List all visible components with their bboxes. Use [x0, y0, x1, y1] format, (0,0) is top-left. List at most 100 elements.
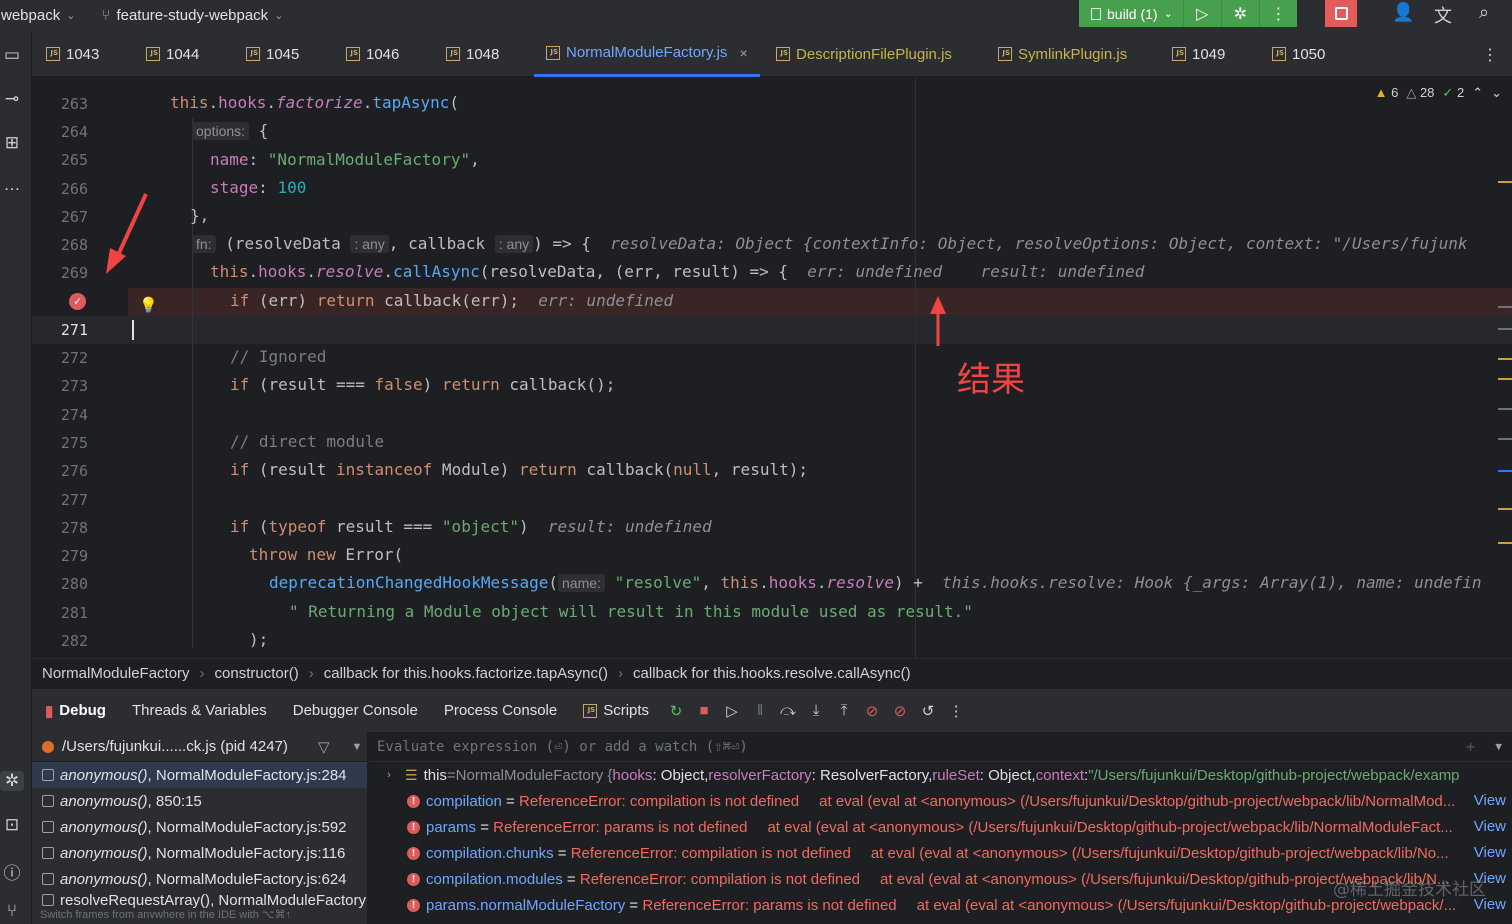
lightbulb-icon[interactable]: 💡: [139, 296, 158, 314]
breadcrumb-item[interactable]: NormalModuleFactory: [42, 665, 190, 682]
frame-location: , 850:15: [147, 792, 202, 810]
more-icon[interactable]: ⋮: [1482, 45, 1498, 65]
problems-icon[interactable]: ⓘ: [0, 859, 24, 884]
translate-icon[interactable]: 文: [1434, 2, 1452, 28]
view-link[interactable]: View: [1469, 792, 1506, 809]
pause-icon[interactable]: ‖: [746, 702, 774, 719]
error-trace: at eval (eval at <anonymous> (/Users/fuj…: [767, 818, 1453, 836]
frame-item[interactable]: anonymous(), NormalModuleFactory.js:592: [32, 814, 367, 840]
process-selector[interactable]: /Users/fujunkui......ck.js (pid 4247) ▽ …: [32, 732, 367, 762]
watch-row[interactable]: ! compilation = ReferenceError: compilat…: [369, 788, 1512, 814]
frame-item[interactable]: anonymous(), NormalModuleFactory.js:624: [32, 866, 367, 892]
reload-icon[interactable]: ↺: [914, 702, 942, 720]
tab-1044[interactable]: JS 1044: [146, 31, 199, 77]
frame-function: resolveRequestArray(): [60, 892, 211, 908]
line-number: 272: [60, 349, 88, 367]
tab-1050[interactable]: JS 1050: [1272, 31, 1325, 77]
frames-panel: /Users/fujunkui......ck.js (pid 4247) ▽ …: [32, 732, 368, 924]
view-link[interactable]: View: [1469, 844, 1506, 861]
more-run-actions-button[interactable]: ⋮: [1258, 0, 1297, 27]
breadcrumb-item[interactable]: callback for this.hooks.factorize.tapAsy…: [324, 665, 608, 682]
rerun-icon[interactable]: ↻: [662, 702, 690, 720]
chevron-down-icon[interactable]: ⌄: [1491, 85, 1502, 101]
debug-title[interactable]: ▮ Debug: [32, 689, 119, 733]
expand-arrow-icon[interactable]: ›: [379, 769, 399, 781]
filter-icon[interactable]: ▽: [318, 738, 330, 756]
branch-switcher[interactable]: ⑂ feature-study-webpack ⌄: [101, 7, 283, 24]
frame-item[interactable]: anonymous(), 850:15: [32, 788, 367, 814]
more-icon: ⋮: [1270, 5, 1287, 23]
step-into-icon[interactable]: ⤓: [802, 702, 830, 719]
error-stripe[interactable]: [1498, 178, 1512, 648]
debug-tool-icon[interactable]: ✲: [0, 771, 24, 791]
watermark: @稀土掘金技术社区: [1333, 880, 1486, 900]
more-tools-icon[interactable]: …: [0, 175, 24, 195]
tab-1048[interactable]: JS 1048: [446, 31, 499, 77]
tab-description-file-plugin[interactable]: JS DescriptionFilePlugin.js: [776, 31, 952, 77]
close-icon[interactable]: ×: [739, 45, 747, 61]
property-value: : Object,: [979, 766, 1036, 784]
tab-label: 1046: [366, 45, 400, 63]
run-config-selector[interactable]: build (1) ⌄: [1079, 0, 1183, 27]
inspection-widget[interactable]: ▲ 6 △ 28 ✓ 2 ⌃ ⌄: [1375, 85, 1502, 101]
tab-scripts[interactable]: JS Scripts: [570, 689, 662, 733]
run-button[interactable]: ▷: [1182, 0, 1221, 27]
weak-warning-icon: △: [1406, 85, 1417, 100]
tab-symlink-plugin[interactable]: JS SymlinkPlugin.js: [998, 31, 1127, 77]
search-icon[interactable]: ⌕: [1479, 2, 1489, 23]
commit-icon[interactable]: ⊸: [0, 89, 24, 109]
string-literal: "NormalModuleFactory": [267, 150, 471, 169]
breakpoint-icon[interactable]: ✓: [69, 293, 86, 310]
title-bar: webpack ⌄ ⑂ feature-study-webpack ⌄ buil…: [0, 0, 1512, 31]
chevron-down-icon[interactable]: ▼: [1495, 740, 1502, 753]
watch-name: params: [426, 818, 477, 836]
tab-process-console[interactable]: Process Console: [431, 689, 570, 733]
add-user-icon[interactable]: 👤: [1392, 2, 1414, 23]
more-icon[interactable]: ⋮: [942, 702, 970, 720]
tool-window-strip: ▭ ⊸ ⊞ … ✲ ⊡ ⓘ ⑂: [0, 31, 32, 924]
weak-warning-count: 28: [1419, 85, 1435, 100]
code-line: if (typeof result === "object") result: …: [230, 517, 712, 536]
frame-item[interactable]: anonymous(), NormalModuleFactory.js:284: [32, 762, 367, 788]
step-out-icon[interactable]: ⤒: [830, 702, 858, 719]
tab-1043[interactable]: JS 1043: [46, 31, 99, 77]
line-number: 280: [60, 575, 88, 593]
tab-1049[interactable]: JS 1049: [1172, 31, 1225, 77]
tab-1046[interactable]: JS 1046: [346, 31, 399, 77]
debug-button[interactable]: ✲: [1220, 0, 1259, 27]
folder-icon[interactable]: ▭: [0, 45, 24, 65]
add-watch-icon[interactable]: +: [1466, 737, 1476, 756]
stop-button[interactable]: [1325, 0, 1357, 27]
tab-1045[interactable]: JS 1045: [246, 31, 299, 77]
tab-normal-module-factory[interactable]: JS NormalModuleFactory.js ×: [534, 31, 760, 77]
project-switcher[interactable]: webpack ⌄: [0, 7, 75, 24]
tab-threads-variables[interactable]: Threads & Variables: [119, 689, 280, 733]
chevron-down-icon[interactable]: ▼: [351, 741, 362, 753]
git-icon[interactable]: ⑂: [0, 901, 24, 921]
js-file-icon: JS: [246, 47, 260, 61]
structure-icon[interactable]: ⊞: [0, 133, 24, 153]
variable-row-this[interactable]: › ☰ this = NormalModuleFactory {hooks: O…: [369, 762, 1512, 788]
view-link[interactable]: View: [1469, 818, 1506, 835]
view-breakpoints-icon[interactable]: ⊘: [858, 702, 886, 720]
watch-name: compilation.chunks: [426, 844, 554, 862]
chevron-up-icon[interactable]: ⌃: [1472, 85, 1483, 101]
watch-row[interactable]: ! params = ReferenceError: params is not…: [369, 814, 1512, 840]
step-over-icon[interactable]: ⤼: [774, 702, 802, 719]
tab-label: Process Console: [443, 702, 558, 719]
line-number: 268: [60, 236, 88, 254]
terminal-icon[interactable]: ⊡: [0, 815, 24, 835]
stop-icon[interactable]: ■: [690, 702, 718, 719]
evaluate-expression-input[interactable]: Evaluate expression (⏎) or add a watch (…: [369, 732, 1512, 762]
breadcrumb-item[interactable]: callback for this.hooks.resolve.callAsyn…: [633, 665, 911, 682]
tab-debugger-console[interactable]: Debugger Console: [280, 689, 431, 733]
breadcrumb-item[interactable]: constructor(): [215, 665, 299, 682]
mute-breakpoints-icon[interactable]: ⊘: [886, 702, 914, 720]
code-line-breakpoint: if (err) return callback(err); err: unde…: [230, 291, 674, 310]
frame-item[interactable]: anonymous(), NormalModuleFactory.js:116: [32, 840, 367, 866]
code-editor[interactable]: ▲ 6 △ 28 ✓ 2 ⌃ ⌄ 263 264 265 266 267 268…: [32, 78, 1512, 658]
right-margin-guide: [915, 78, 916, 658]
frame-item[interactable]: resolveRequestArray(), NormalModuleFacto…: [32, 892, 367, 908]
resume-icon[interactable]: ▷: [718, 702, 746, 720]
watch-row[interactable]: ! compilation.chunks = ReferenceError: c…: [369, 840, 1512, 866]
